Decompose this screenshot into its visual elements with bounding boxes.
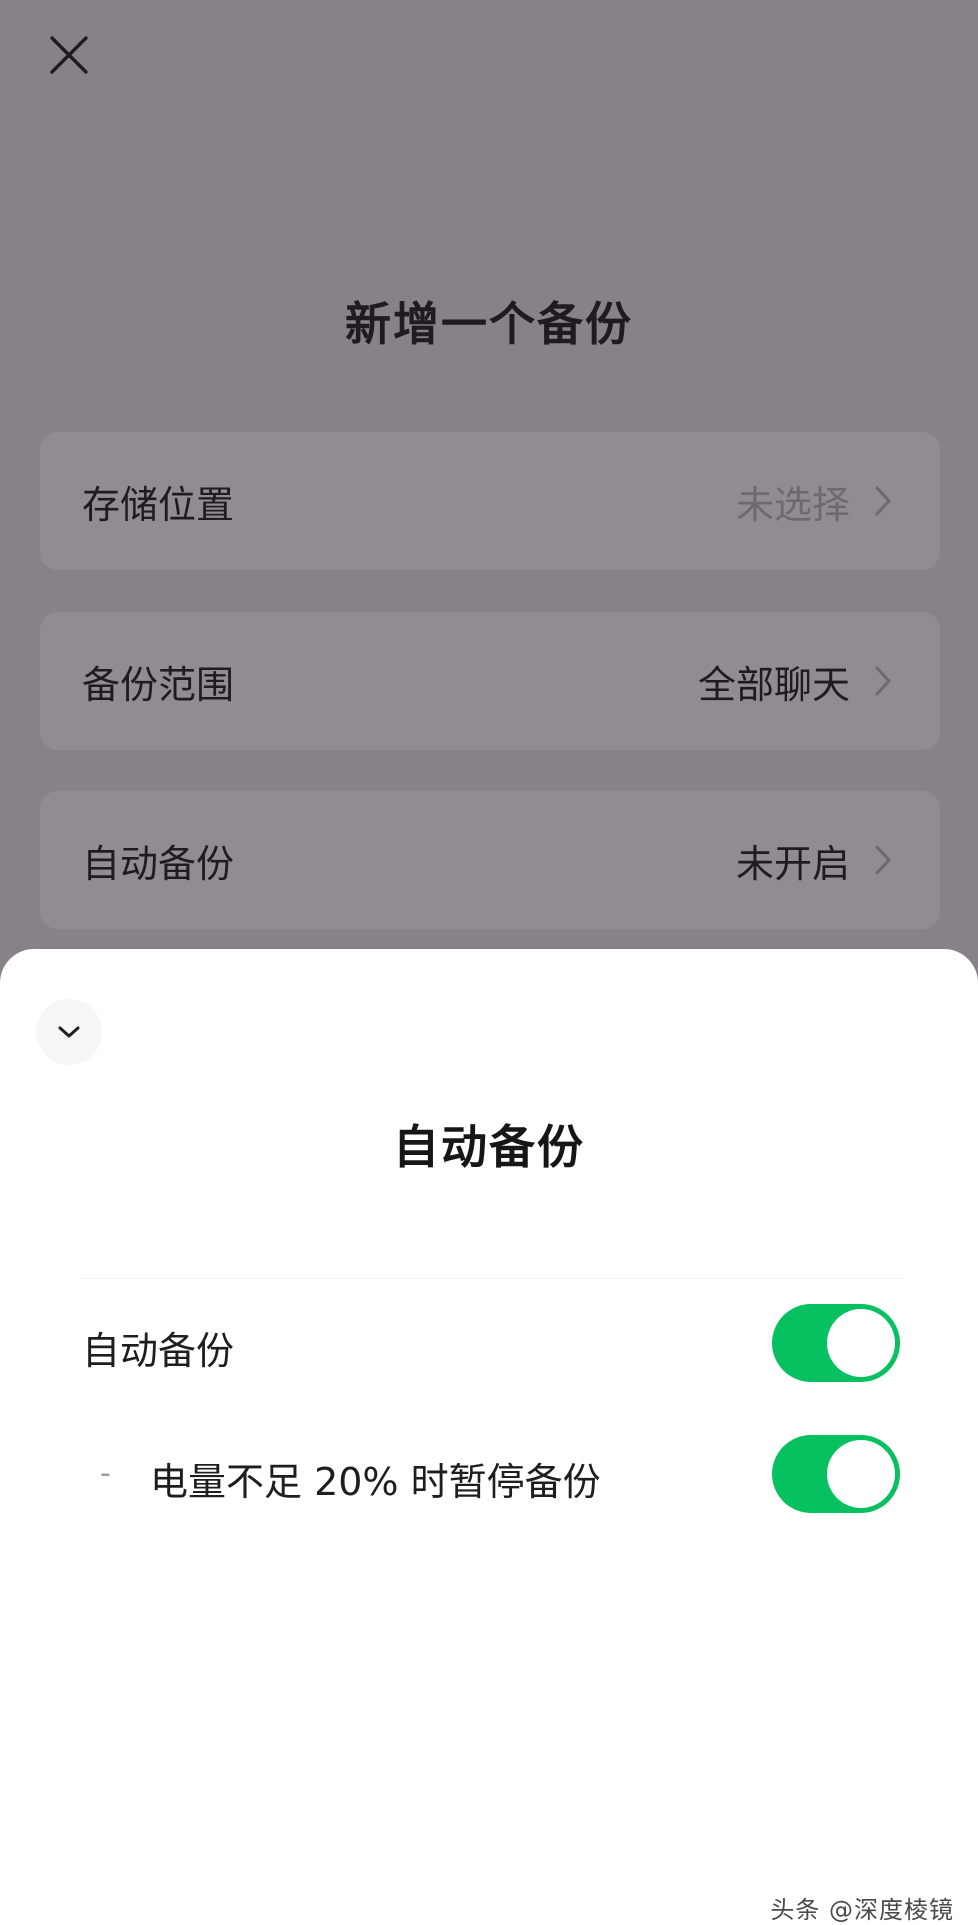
- row-label: 自动备份: [82, 841, 235, 886]
- auto-backup-label: 自动备份: [82, 1329, 235, 1373]
- sub-option-dash: -: [100, 1456, 111, 1491]
- row-value: 未开启: [735, 841, 850, 886]
- backup-scope-row[interactable]: 备份范围 全部聊天: [40, 612, 940, 750]
- divider: [82, 1278, 902, 1279]
- chevron-right-icon: [874, 665, 892, 697]
- auto-backup-row[interactable]: 自动备份 未开启: [40, 791, 940, 929]
- collapse-sheet-button[interactable]: [36, 999, 102, 1065]
- close-icon: [50, 36, 88, 74]
- auto-backup-toggle[interactable]: [772, 1304, 900, 1382]
- row-right: 全部聊天: [698, 654, 892, 709]
- chevron-right-icon: [874, 485, 892, 517]
- row-label: 备份范围: [82, 662, 235, 707]
- low-battery-pause-toggle[interactable]: [772, 1435, 900, 1513]
- toggle-knob: [827, 1440, 895, 1508]
- chevron-down-icon: [58, 1026, 80, 1038]
- sheet-title: 自动备份: [393, 1120, 585, 1174]
- close-button[interactable]: [40, 26, 98, 84]
- row-value: 未选择: [735, 482, 850, 527]
- toggle-knob: [827, 1309, 895, 1377]
- row-label: 存储位置: [82, 482, 235, 527]
- low-battery-pause-label: 电量不足 20% 时暂停备份: [150, 1460, 601, 1504]
- auto-backup-sheet: 自动备份 自动备份 - 电量不足 20% 时暂停备份: [0, 949, 978, 1920]
- row-right: 未开启: [736, 833, 892, 888]
- row-right: 未选择: [736, 474, 892, 529]
- page-title: 新增一个备份: [345, 297, 633, 351]
- row-value: 全部聊天: [697, 662, 850, 707]
- chevron-right-icon: [874, 844, 892, 876]
- storage-location-row[interactable]: 存储位置 未选择: [40, 432, 940, 570]
